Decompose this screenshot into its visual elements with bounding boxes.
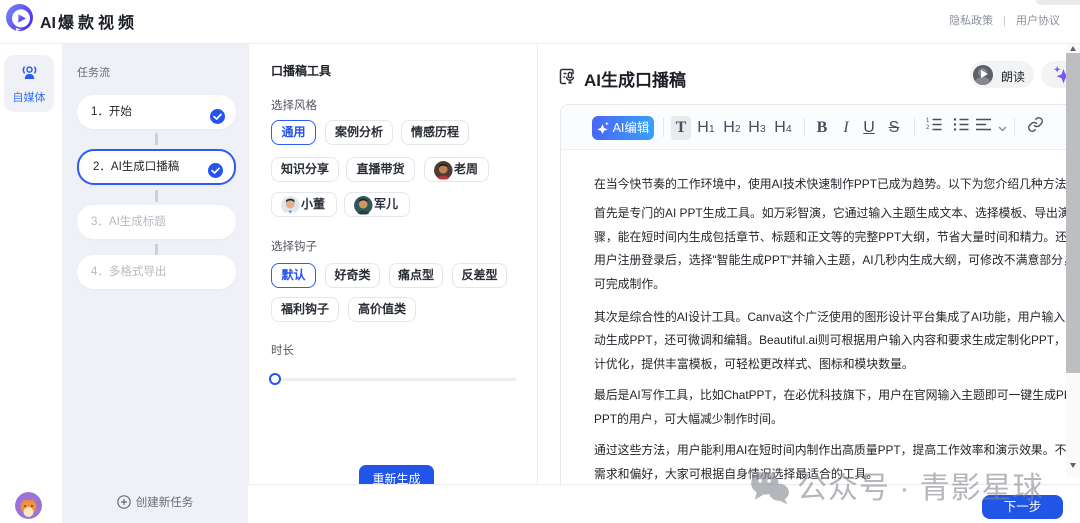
svg-text:2: 2 [926, 125, 930, 131]
svg-text:1: 1 [926, 118, 930, 124]
